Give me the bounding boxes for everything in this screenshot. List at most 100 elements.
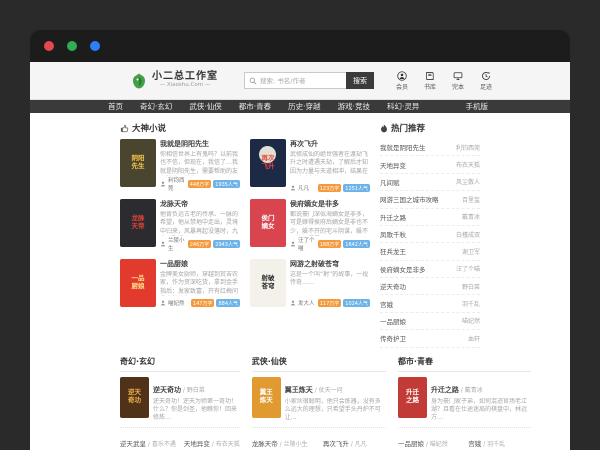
book-title[interactable]: 升迁之路 <box>431 386 459 394</box>
hot-list-item[interactable]: 升迁之路戴青冰 <box>380 209 480 226</box>
book-link[interactable]: 天地异变布衣天狐 <box>184 431 240 450</box>
book-link[interactable]: 一品厨娘喵妃然 <box>398 431 460 450</box>
category-wuxia: 武侠·仙侠 翼王炼天 翼王炼天仗天一问 小家伙很聪明，他只会炼器，没有多么远大的… <box>252 356 386 450</box>
word-count-badge: 448万字 <box>188 180 212 188</box>
nav-item-fantasy[interactable]: 奇幻·玄幻 <box>140 101 172 112</box>
hot-list-item[interactable]: 我就是阴阳先生利钧西莞 <box>380 139 480 156</box>
book-title[interactable]: 侯府嫡女是非多 <box>290 199 370 209</box>
search-button[interactable]: 搜索 <box>346 72 374 89</box>
hot-list-item[interactable]: 一品厨娘喵妃然 <box>380 313 480 330</box>
author-icon <box>290 300 296 306</box>
finished-icon <box>453 71 463 81</box>
book-title[interactable]: 龙脉天帝 <box>160 199 240 209</box>
book-card[interactable]: 再次飞升 再次飞升 武修成仙的绝世强者在渡劫飞升之时遭遇天劫，了解后才知因为力量… <box>250 139 370 192</box>
word-count-badge: 246万字 <box>188 240 212 248</box>
book-card[interactable]: 阴阳先生 我就是阴阳先生 你相信世界上有鬼吗？以前我也不信，但现在，我信了…我就… <box>120 139 240 192</box>
book-title[interactable]: 再次飞升 <box>290 139 370 149</box>
book-author[interactable]: 兰陵小生 <box>168 236 186 252</box>
book-card[interactable]: 龙脉天帝 龙脉天帝 他背负远古老的传承、一脉的希望，他从禁地中走出，灵境中归来，… <box>120 199 240 252</box>
hot-list-item[interactable]: 侯府嫡女是非多汪了个喵 <box>380 261 480 278</box>
book-title[interactable]: 网游之射破苍穹 <box>290 259 370 269</box>
category-title: 武侠·仙侠 <box>252 356 386 372</box>
book-link[interactable]: 逆天武皇喜乐不遇 <box>120 431 176 450</box>
book-author[interactable]: 利钧西莞 <box>168 176 186 192</box>
book-link[interactable]: 再次飞升凡凡 <box>323 431 386 450</box>
book-cover[interactable]: 一品厨娘 <box>120 259 156 307</box>
category-featured-book[interactable]: 逆天奇功 逆天奇功野白菜 逆天奇功！逆天为师第一奇功！什么？你是剑圣，他瞧你！回… <box>120 377 240 423</box>
finished-icon-link[interactable]: 完本 <box>452 71 464 91</box>
hot-list-item[interactable]: 凤歌千秋白槿成双 <box>380 226 480 243</box>
hot-list-item[interactable]: 天地异变布衣天狐 <box>380 156 480 173</box>
book-card[interactable]: 侯门嫡女 侯府嫡女是非多 都说豪门深似海嫡女是非多，可是嫁得侯府后嫡女是非也不少… <box>250 199 370 252</box>
book-cover[interactable]: 龙脉天帝 <box>120 199 156 247</box>
content-wrapper: 大神小说 阴阳先生 我就是阴阳先生 你相信世界上有鬼吗？以前我也不信，但现在，我… <box>120 120 480 450</box>
category-featured-book[interactable]: 翼王炼天 翼王炼天仗天一问 小家伙很聪明，他只会炼器，没有多么远大的理想，只希望… <box>252 377 386 423</box>
main-nav: 首页 奇幻·玄幻 武侠·仙侠 都市·青春 历史·穿越 游戏·竞技 科幻·灵异 手… <box>30 100 570 113</box>
book-desc: 都说豪门深似海嫡女是非多，可是嫁得侯府后嫡女是非也不少，躲不开的宅斗阴谋，躲不开… <box>290 211 370 236</box>
reads-badge: 1251人气 <box>343 184 370 192</box>
book-author[interactable]: 野白菜 <box>181 387 205 394</box>
hot-panel-title: 热门推荐 <box>391 122 425 134</box>
book-card[interactable]: 一品厨娘 一品厨娘 金牌美女厨师，穿越到贫苦农家，作为资深吃货，拿到金手指后：发… <box>120 259 240 307</box>
quick-link-library[interactable]: 书库 <box>424 71 436 91</box>
nav-item-scifi[interactable]: 科幻·灵异 <box>387 101 419 112</box>
author-icon <box>290 185 296 191</box>
window-dot-red <box>44 41 54 51</box>
browser-window: 小二总工作室 — Xiaoshu.Com — 搜索 <box>30 30 570 450</box>
site-logo[interactable]: 小二总工作室 — Xiaoshu.Com — <box>130 72 218 90</box>
book-cover[interactable]: 再次飞升 <box>250 139 286 187</box>
book-link[interactable]: 宫娥羽千乱 <box>468 431 530 450</box>
hot-list-item[interactable]: 网游三国之城市攻略百里玺 <box>380 191 480 208</box>
hot-list-item[interactable]: 凡间赋风尘散人 <box>380 174 480 191</box>
book-cover[interactable]: 升迁之路 <box>398 377 427 418</box>
book-author[interactable]: 汪了个喵 <box>298 236 316 252</box>
nav-item-wuxia[interactable]: 武侠·仙侠 <box>189 101 221 112</box>
book-cover[interactable]: 侯门嫡女 <box>250 199 286 247</box>
book-desc: 这是一个叫“射”的故事，一段传奇…… <box>290 271 370 296</box>
search-input[interactable] <box>260 77 342 85</box>
book-author[interactable]: 喵妃然 <box>168 299 185 307</box>
nav-item-history[interactable]: 历史·穿越 <box>288 101 320 112</box>
category-urban: 都市·青春 升迁之路 升迁之路戴青冰 身为豪门家子弟，如何混迹官场老江湖？且看在… <box>398 356 531 450</box>
quick-link-member[interactable]: 会员 <box>396 71 408 91</box>
book-author[interactable]: 发大人 <box>298 299 315 307</box>
book-title[interactable]: 翼王炼天 <box>285 386 313 394</box>
book-author[interactable]: 凡凡 <box>298 184 309 192</box>
site-header: 小二总工作室 — Xiaoshu.Com — 搜索 <box>30 62 570 100</box>
hot-list-item[interactable]: 传奇护卫血轩 <box>380 330 480 347</box>
book-link[interactable]: 龙脉天帝兰陵小生 <box>252 431 315 450</box>
window-dot-blue <box>90 41 100 51</box>
category-title: 都市·青春 <box>398 356 531 372</box>
library-icon <box>425 71 435 81</box>
category-featured-book[interactable]: 升迁之路 升迁之路戴青冰 身为豪门家子弟，如何混迹官场老江湖？且看在仕途迷局的棋… <box>398 377 531 423</box>
screenshot-stage: 小二总工作室 — Xiaoshu.Com — 搜索 <box>0 0 600 450</box>
nav-item-home[interactable]: 首页 <box>108 101 123 112</box>
book-title[interactable]: 一品厨娘 <box>160 259 240 269</box>
hot-list-item[interactable]: 逆天奇功野白菜 <box>380 278 480 295</box>
book-desc: 逆天奇功！逆天为师第一奇功！什么？你是剑圣，他瞧你！回来修炼… <box>153 398 240 423</box>
nav-item-game[interactable]: 游戏·竞技 <box>338 101 370 112</box>
book-cover[interactable]: 翼王炼天 <box>252 377 281 418</box>
book-desc: 小家伙很聪明，他只会炼器，没有多么远大的理想，只希望手头丹炉不可让… <box>285 398 386 423</box>
window-controls <box>44 41 100 51</box>
book-cover[interactable]: 射破苍穹 <box>250 259 286 307</box>
reads-badge: 884人气 <box>216 299 240 307</box>
book-cover[interactable]: 逆天奇功 <box>120 377 149 418</box>
quick-link-footprint[interactable]: 足迹 <box>480 71 492 91</box>
book-title[interactable]: 我就是阴阳先生 <box>160 139 240 149</box>
quick-links: 会员 书库 完本 <box>396 71 492 91</box>
word-count-badge: 147万字 <box>191 299 215 307</box>
book-author[interactable]: 戴青冰 <box>459 387 483 394</box>
book-title[interactable]: 逆天奇功 <box>153 386 181 394</box>
book-card[interactable]: 射破苍穹 网游之射破苍穹 这是一个叫“射”的故事，一段传奇…… 发大人 117万… <box>250 259 370 307</box>
book-author[interactable]: 仗天一问 <box>313 387 343 394</box>
hot-list-item[interactable]: 宫娥羽千乱 <box>380 295 480 312</box>
author-icon <box>160 300 166 306</box>
reads-badge: 1935人气 <box>213 180 240 188</box>
hot-list-item[interactable]: 狂兵龙王谢卫军 <box>380 243 480 260</box>
nav-item-urban[interactable]: 都市·青春 <box>239 101 271 112</box>
flame-icon <box>380 124 388 133</box>
book-cover[interactable]: 阴阳先生 <box>120 139 156 187</box>
book-desc: 武修成仙的绝世强者在渡劫飞升之时遭遇天劫，了解后才知因为力量与天道相冲，结果在飞… <box>290 151 370 176</box>
nav-item-mobile[interactable]: 手机版 <box>466 101 489 112</box>
